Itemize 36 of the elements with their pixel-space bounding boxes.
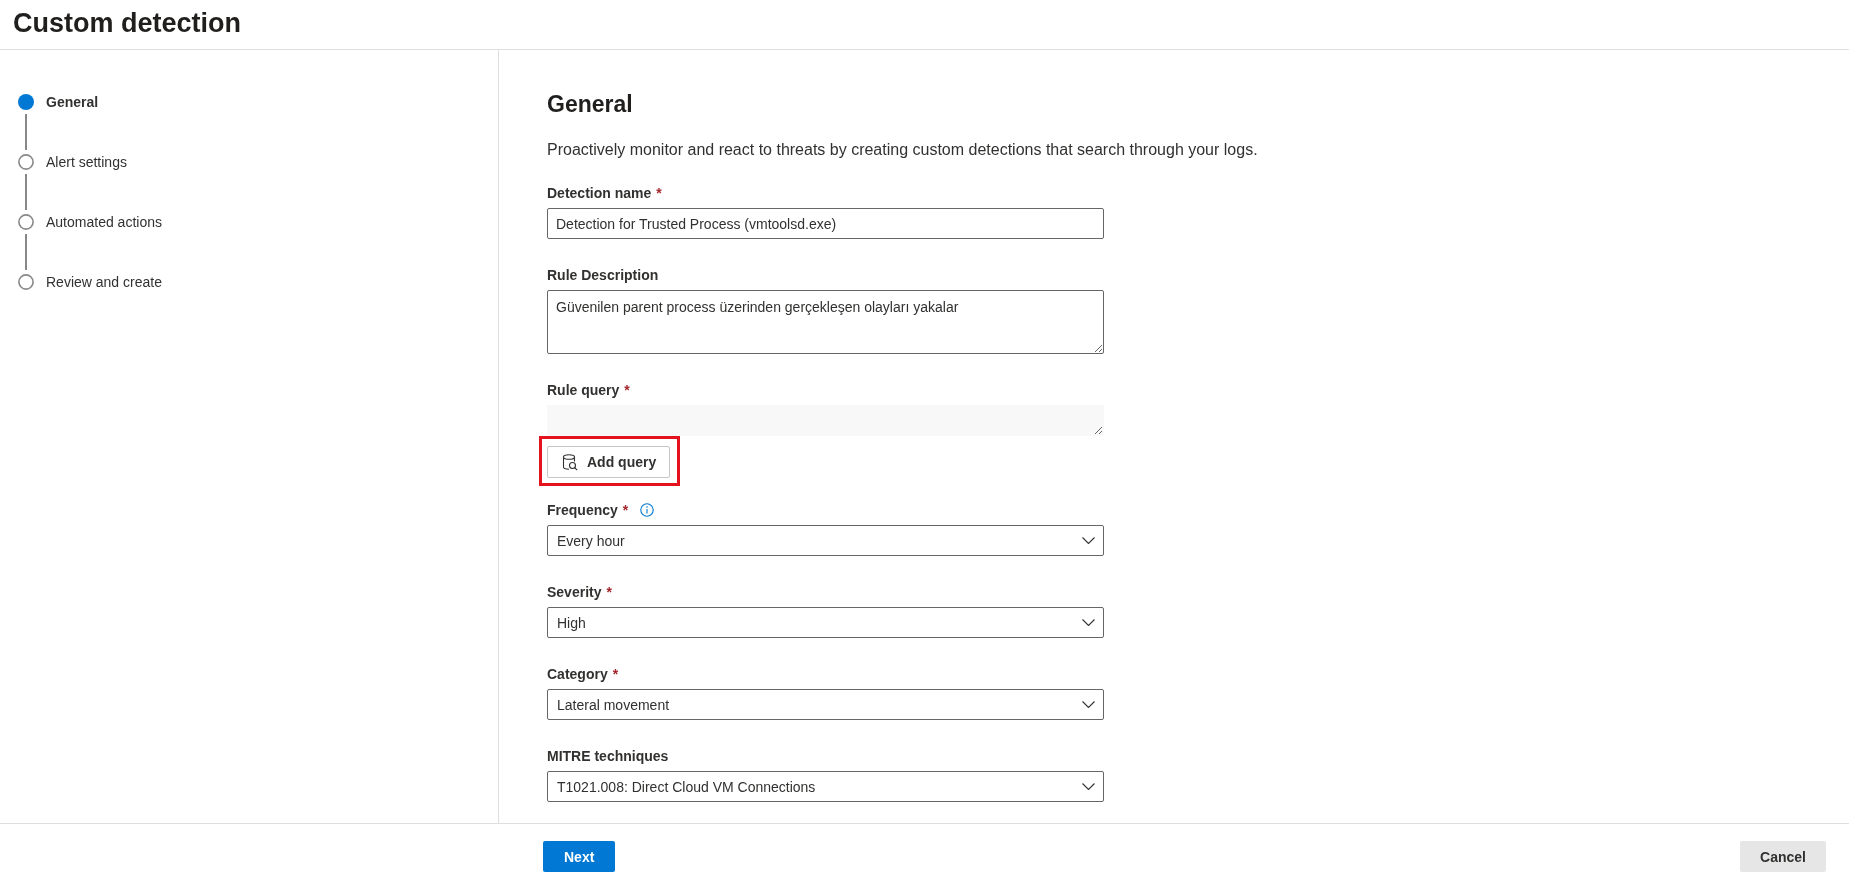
info-icon[interactable] [640, 503, 655, 517]
field-label: Frequency [547, 501, 618, 520]
chevron-down-icon [1082, 619, 1095, 626]
section-description: Proactively monitor and react to threats by creating custom detections that search through your logs. [547, 140, 1259, 160]
field-label: Severity [547, 583, 602, 602]
required-mark: * [624, 381, 630, 400]
next-button[interactable]: Next [543, 841, 616, 872]
chevron-down-icon [1082, 537, 1095, 544]
step-label: General [46, 93, 99, 112]
step-label: Alert settings [46, 153, 127, 172]
required-mark: * [622, 501, 629, 520]
field-label: Rule query [547, 381, 620, 400]
page-title: Custom detection [13, 7, 241, 40]
dropdown[interactable]: Every hour [547, 525, 1104, 556]
dropdown[interactable]: Lateral movement [547, 689, 1104, 720]
chevron-down-icon [1082, 701, 1095, 708]
section-heading: General [547, 90, 634, 118]
database-search-icon [562, 453, 578, 471]
field-label: MITRE techniques [547, 747, 669, 766]
step-connector [25, 234, 27, 270]
dropdown[interactable]: High [547, 607, 1104, 638]
field-label: Rule Description [547, 266, 659, 285]
step-label: Automated actions [46, 213, 162, 232]
step-connector [25, 174, 27, 210]
dropdown[interactable]: T1021.008: Direct Cloud VM Connections [547, 771, 1104, 802]
required-mark: * [656, 184, 662, 203]
textarea-field[interactable]: Güvenilen parent process üzerinden gerçekleşen olayları yakalar [547, 290, 1104, 354]
field-label: Detection name [547, 184, 652, 203]
step-connector [25, 114, 27, 150]
required-mark: * [606, 583, 612, 602]
step-label: Review and create [46, 273, 162, 292]
cancel-button[interactable]: Cancel [1740, 841, 1826, 872]
text-input[interactable]: Detection for Trusted Process (vmtoolsd.exe) [547, 208, 1104, 239]
field-label: Category [547, 665, 608, 684]
chevron-down-icon [1082, 783, 1095, 790]
required-mark: * [612, 665, 619, 684]
